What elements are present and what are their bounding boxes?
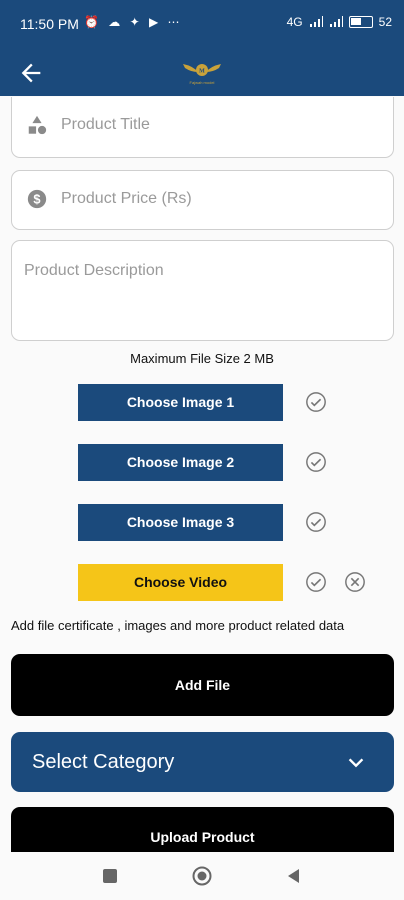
system-nav-bar: [0, 852, 404, 900]
file-note: Add file certificate , images and more p…: [11, 618, 345, 633]
add-file-button[interactable]: Add File: [11, 654, 394, 716]
select-category-dropdown[interactable]: Select Category: [11, 732, 394, 792]
check-circle-icon: [306, 452, 326, 472]
check-circle-icon: [306, 512, 326, 532]
status-time: 11:50 PM: [20, 16, 79, 32]
product-description-field[interactable]: Product Description: [11, 240, 394, 341]
choose-image-2-button[interactable]: Choose Image 2: [78, 444, 283, 481]
signal-icon: [309, 16, 323, 27]
choose-video-button[interactable]: Choose Video: [78, 564, 283, 601]
remove-video-icon[interactable]: [344, 571, 366, 593]
back-triangle-icon[interactable]: [284, 866, 304, 886]
svg-text:$: $: [33, 192, 40, 207]
category-shapes-icon: [28, 115, 47, 135]
signal-icon-2: [329, 16, 343, 27]
svg-text:Fajwah model: Fajwah model: [190, 80, 215, 85]
select-category-label: Select Category: [32, 751, 175, 773]
home-circle-icon[interactable]: [192, 866, 212, 886]
choose-image-3-button[interactable]: Choose Image 3: [78, 504, 283, 541]
back-arrow-icon[interactable]: [17, 59, 45, 87]
choose-image-1-button[interactable]: Choose Image 1: [78, 384, 283, 421]
product-price-field[interactable]: $ Product Price (Rs): [11, 170, 394, 230]
check-circle-icon: [306, 572, 326, 592]
dollar-circle-icon: $: [27, 189, 47, 209]
network-label: 4G: [286, 15, 303, 29]
brand-logo-icon: M Fajwah model: [183, 64, 221, 85]
battery-icon: [348, 16, 373, 28]
max-file-size-note: Maximum File Size 2 MB: [130, 351, 274, 366]
notification-icons: ⏰ ☁ ✦ ▶ ⋯: [84, 15, 183, 29]
app-bar: M Fajwah model: [0, 50, 404, 96]
product-title-field[interactable]: Product Title: [11, 97, 394, 158]
check-circle-icon: [306, 392, 326, 412]
product-price-placeholder: Product Price (Rs): [61, 190, 192, 207]
status-bar: 11:50 PM ⏰ ☁ ✦ ▶ ⋯ 4G 52: [0, 0, 404, 50]
recents-square-icon[interactable]: [100, 866, 120, 886]
chevron-down-icon: [348, 758, 364, 768]
battery-level: 52: [378, 15, 392, 29]
product-description-placeholder: Product Description: [24, 262, 164, 279]
svg-text:M: M: [199, 69, 205, 75]
product-title-placeholder: Product Title: [61, 116, 150, 133]
status-right: 4G 52: [287, 15, 392, 29]
